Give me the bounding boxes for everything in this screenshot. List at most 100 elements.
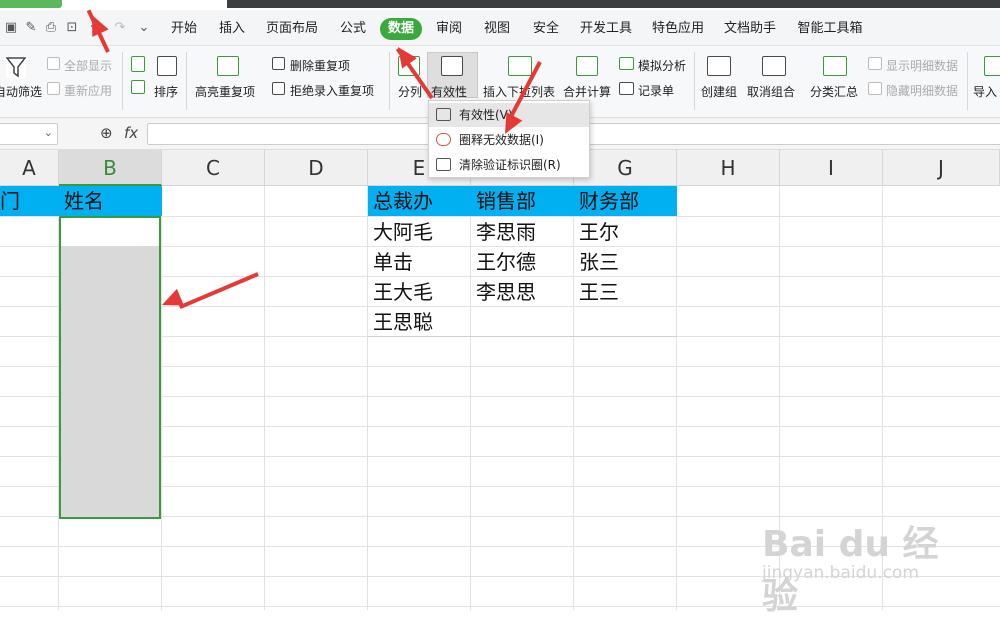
cell-f3[interactable]: 王尔德 xyxy=(471,247,536,277)
ribbon-separator xyxy=(186,52,187,110)
highlight-duplicates-button[interactable]: 高亮重复项 xyxy=(195,83,255,100)
show-detail-icon xyxy=(868,57,882,70)
selected-range[interactable] xyxy=(59,216,161,519)
cell-b1[interactable]: 姓名 xyxy=(59,186,162,216)
ungroup-button[interactable]: 取消组合 xyxy=(747,83,795,100)
clear-circles-icon xyxy=(436,158,451,171)
ungroup-icon xyxy=(762,56,786,76)
ribbon-separator xyxy=(122,52,123,110)
sort-custom-icon[interactable] xyxy=(131,80,145,94)
record-sheet-button[interactable]: 记录单 xyxy=(638,82,674,99)
validity-icon xyxy=(441,56,463,76)
table-bottom-line xyxy=(368,336,677,337)
reapply-button[interactable]: 重新应用 xyxy=(64,82,112,99)
column-header-j[interactable]: J xyxy=(883,150,1000,186)
menu-page-layout[interactable]: 页面布局 xyxy=(264,18,320,40)
fx-label[interactable]: fx xyxy=(124,124,138,142)
title-bar xyxy=(227,0,1000,8)
column-header-a[interactable]: A xyxy=(0,150,59,186)
validity-button[interactable]: 有效性 xyxy=(431,83,467,100)
consolidate-button[interactable]: 合并计算 xyxy=(563,83,611,100)
baidu-watermark: Bai du 经验 jingyan.baidu.com xyxy=(762,515,962,617)
app-tab-indicator xyxy=(0,0,62,8)
cell-g4[interactable]: 王三 xyxy=(574,277,619,307)
insert-dropdown-icon xyxy=(508,56,532,76)
cell-e4[interactable]: 王大毛 xyxy=(368,277,433,307)
zoom-icon[interactable]: ⊕ xyxy=(100,124,113,142)
format-painter-icon[interactable]: ✎ xyxy=(22,19,40,37)
sort-asc-icon[interactable] xyxy=(131,56,145,72)
circle-invalid-icon xyxy=(436,133,451,146)
show-detail-button[interactable]: 显示明细数据 xyxy=(886,57,958,74)
cell-g1[interactable]: 财务部 xyxy=(574,186,677,216)
cell-a1[interactable]: 门 xyxy=(0,186,59,216)
menu-security[interactable]: 安全 xyxy=(528,18,564,40)
reapply-icon xyxy=(47,82,60,95)
save-icon[interactable]: ▣ xyxy=(2,19,20,37)
print-preview-icon[interactable]: ⊡ xyxy=(63,19,81,37)
print-icon[interactable]: ⎙ xyxy=(42,19,60,37)
import-button[interactable]: 导入 xyxy=(973,83,997,100)
cell-e2[interactable]: 大阿毛 xyxy=(368,217,433,247)
ribbon-separator xyxy=(967,52,968,110)
sort-az-icon[interactable] xyxy=(157,56,177,76)
cell-g3[interactable]: 张三 xyxy=(574,247,619,277)
column-header-b[interactable]: B xyxy=(59,150,162,186)
menu-item-circle-invalid-label: 圈释无效数据(I) xyxy=(459,133,544,147)
remove-duplicates-icon xyxy=(272,57,285,70)
menu-view[interactable]: 视图 xyxy=(479,18,515,40)
record-sheet-icon xyxy=(619,82,634,95)
menu-data[interactable]: 数据 xyxy=(380,18,422,40)
consolidate-icon xyxy=(576,56,598,76)
menu-home[interactable]: 开始 xyxy=(166,18,202,40)
column-header-d[interactable]: D xyxy=(265,150,368,186)
subtotal-button[interactable]: 分类汇总 xyxy=(810,83,858,100)
cell-e3[interactable]: 单击 xyxy=(368,247,413,277)
subtotal-icon xyxy=(823,56,847,76)
show-all-icon xyxy=(47,57,60,70)
remove-duplicates-button[interactable]: 删除重复项 xyxy=(290,57,350,74)
cell-e1[interactable]: 总裁办 xyxy=(368,186,471,216)
filter-icon xyxy=(5,56,27,78)
cell-e5[interactable]: 王思聪 xyxy=(368,307,433,337)
column-header-i[interactable]: I xyxy=(780,150,883,186)
hide-detail-button[interactable]: 隐藏明细数据 xyxy=(886,82,958,99)
validity-dropdown-menu: 有效性(V) 圈释无效数据(I) 清除验证标识圈(R) xyxy=(428,100,590,178)
column-header-h[interactable]: H xyxy=(677,150,780,186)
menu-doc-assistant[interactable]: 文档助手 xyxy=(722,18,778,40)
split-columns-button[interactable]: 分列 xyxy=(398,83,422,100)
column-header-c[interactable]: C xyxy=(162,150,265,186)
menu-special[interactable]: 特色应用 xyxy=(650,18,706,40)
menu-item-clear-circles-label: 清除验证标识圈(R) xyxy=(459,158,561,172)
ribbon-separator xyxy=(389,52,390,110)
menu-formula[interactable]: 公式 xyxy=(335,18,371,40)
name-box[interactable]: ⌄ xyxy=(0,123,58,145)
highlight-duplicates-icon xyxy=(217,56,239,76)
chevron-down-icon: ⌄ xyxy=(43,126,53,139)
active-cell[interactable] xyxy=(61,218,159,246)
simulate-icon xyxy=(619,57,634,70)
create-group-button[interactable]: 创建组 xyxy=(701,83,737,100)
reject-duplicates-button[interactable]: 拒绝录入重复项 xyxy=(290,82,374,99)
hide-detail-icon xyxy=(868,82,882,95)
window-top-strip xyxy=(0,0,1000,10)
menu-item-clear-circles[interactable]: 清除验证标识圈(R) xyxy=(429,153,589,177)
reject-duplicates-icon xyxy=(272,82,285,95)
customize-toolbar-icon[interactable]: ⌄ xyxy=(135,19,153,37)
import-icon xyxy=(984,56,1000,76)
redo-icon[interactable]: ↷ xyxy=(111,19,129,37)
simulate-button[interactable]: 模拟分析 xyxy=(638,57,686,74)
cell-f2[interactable]: 李思雨 xyxy=(471,217,536,247)
menu-review[interactable]: 审阅 xyxy=(431,18,467,40)
validity-icon xyxy=(436,108,451,121)
menu-smart-toolbox[interactable]: 智能工具箱 xyxy=(796,18,864,40)
auto-filter-button[interactable]: 自动筛选 xyxy=(0,83,42,100)
show-all-button[interactable]: 全部显示 xyxy=(64,57,112,74)
menu-developer[interactable]: 开发工具 xyxy=(578,18,634,40)
cell-f1[interactable]: 销售部 xyxy=(471,186,574,216)
menu-insert[interactable]: 插入 xyxy=(214,18,250,40)
cell-g2[interactable]: 王尔 xyxy=(574,217,619,247)
cell-f4[interactable]: 李思思 xyxy=(471,277,536,307)
ribbon-separator xyxy=(694,52,695,110)
sort-button[interactable]: 排序 xyxy=(154,83,178,100)
